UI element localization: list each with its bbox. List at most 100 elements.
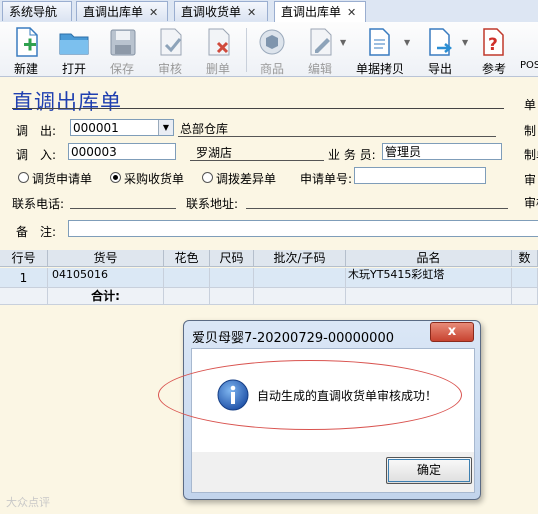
remark-input[interactable] xyxy=(68,220,538,237)
out-warehouse-name: 总部仓库 xyxy=(180,122,229,136)
address-field[interactable] xyxy=(246,208,508,209)
tab-receipt[interactable]: 直调收货单 ✕ xyxy=(174,1,268,21)
chevron-down-icon[interactable]: ▼ xyxy=(404,38,410,47)
col-header[interactable]: 数 xyxy=(512,250,538,267)
col-header[interactable]: 批次/子码 xyxy=(254,250,346,267)
address-label: 联系地址: xyxy=(186,197,239,211)
table-cell-batch[interactable] xyxy=(254,268,346,288)
summary-cell xyxy=(254,288,346,305)
phone-label: 联系电话: xyxy=(12,197,65,211)
delete-doc-icon xyxy=(208,28,230,56)
audit-button[interactable]: 审核 xyxy=(148,24,192,76)
title-underline xyxy=(12,108,504,109)
summary-cell xyxy=(210,288,254,305)
ok-button[interactable]: 确定 xyxy=(386,457,472,484)
new-button[interactable]: 新建 xyxy=(4,24,48,76)
table-cell-sku[interactable]: 04105016 xyxy=(48,268,164,288)
phone-field[interactable] xyxy=(70,208,176,209)
in-name-underline xyxy=(190,160,324,161)
right-label: 单 xyxy=(524,98,537,112)
summary-cell xyxy=(164,288,210,305)
close-icon[interactable]: ✕ xyxy=(347,6,356,19)
new-doc-icon xyxy=(16,27,38,57)
chevron-down-icon[interactable]: ▼ xyxy=(462,38,468,47)
col-header[interactable]: 花色 xyxy=(164,250,210,267)
table-cell-size[interactable] xyxy=(210,268,254,288)
edit-pencil-icon xyxy=(310,28,332,56)
summary-cell xyxy=(0,288,48,305)
col-header[interactable]: 尺码 xyxy=(210,250,254,267)
page-title: 直调出库单 xyxy=(12,90,122,114)
pos-label: POS xyxy=(520,60,538,71)
save-icon xyxy=(110,29,136,56)
highlight-ellipse xyxy=(158,360,462,430)
export-button[interactable]: 导出 xyxy=(418,24,462,76)
radio-diff[interactable] xyxy=(202,172,213,183)
right-label: 审 xyxy=(524,173,537,187)
tab-outbound-1[interactable]: 直调出库单 ✕ xyxy=(76,1,168,21)
product-button[interactable]: 商品 xyxy=(250,24,294,76)
close-icon[interactable]: ✕ xyxy=(149,6,158,19)
table-cell-line[interactable]: 1 xyxy=(0,268,48,288)
folder-icon xyxy=(59,33,89,55)
radio-apply-label: 调货申请单 xyxy=(32,172,93,186)
dialog-title: 爱贝母婴7-20200729-00000000 xyxy=(192,331,394,346)
col-header[interactable]: 品名 xyxy=(346,250,512,267)
close-button[interactable]: x xyxy=(430,322,474,342)
remark-label: 备 注: xyxy=(16,225,57,239)
radio-apply[interactable] xyxy=(18,172,29,183)
col-header[interactable]: 行号 xyxy=(0,250,48,267)
table-cell-color[interactable] xyxy=(164,268,210,288)
apply-no-input[interactable] xyxy=(354,167,486,184)
export-icon xyxy=(429,28,453,56)
tab-label: 系统导航 xyxy=(9,5,58,19)
tab-label: 直调出库单 xyxy=(281,5,342,19)
table-cell-qty[interactable] xyxy=(512,268,538,288)
staff-input[interactable]: 管理员 xyxy=(382,143,502,160)
svg-text:?: ? xyxy=(488,35,498,55)
close-icon: x xyxy=(447,324,457,339)
open-button[interactable]: 打开 xyxy=(52,24,96,76)
radio-diff-label: 调拨差异单 xyxy=(216,172,277,186)
table-cell-name[interactable]: 木玩YT5415彩虹塔 xyxy=(346,268,512,288)
tab-label: 直调收货单 xyxy=(181,5,242,19)
help-question-icon: ? xyxy=(483,28,504,56)
copy-button[interactable]: 单据拷贝 xyxy=(356,24,404,76)
chevron-down-icon[interactable]: ▼ xyxy=(340,38,346,47)
out-warehouse-label: 调 出: xyxy=(16,124,57,138)
help-label: 参考 xyxy=(481,62,506,76)
save-button[interactable]: 保存 xyxy=(100,24,144,76)
out-name-underline xyxy=(178,136,496,137)
chevron-down-icon[interactable]: ▼ xyxy=(158,120,173,135)
watermark: 大众点评 xyxy=(6,496,50,509)
col-header[interactable]: 货号 xyxy=(48,250,164,267)
radio-purchase[interactable] xyxy=(110,172,121,183)
right-label: 审核 xyxy=(524,196,538,210)
export-label: 导出 xyxy=(427,62,452,76)
apply-no-label: 申请单号: xyxy=(300,172,353,186)
summary-label: 合计: xyxy=(48,288,164,305)
toolbar: 新建 打开 保存 审核 删单 商品 编辑 ▼ 单据拷贝 ▼ 导出 ▼ ? 参考 … xyxy=(0,22,538,77)
staff-label: 业 务 员: xyxy=(328,148,376,162)
tab-bar: 系统导航 直调出库单 ✕ 直调收货单 ✕ 直调出库单 ✕ xyxy=(0,0,538,23)
in-store-name: 罗湖店 xyxy=(196,146,233,160)
in-store-label: 调 入: xyxy=(16,148,57,162)
tab-outbound-active[interactable]: 直调出库单 ✕ xyxy=(274,1,366,23)
out-warehouse-select[interactable]: 000001 ▼ xyxy=(70,119,174,136)
copy-doc-icon xyxy=(369,28,390,56)
summary-cell xyxy=(512,288,538,305)
pos-button[interactable]: POS xyxy=(520,24,538,74)
delete-button[interactable]: 删单 xyxy=(196,24,240,76)
dialog-footer: 确定 xyxy=(191,452,475,493)
right-label: 制 xyxy=(524,124,537,138)
close-icon[interactable]: ✕ xyxy=(247,6,256,19)
tab-system-nav[interactable]: 系统导航 xyxy=(2,1,72,21)
audit-check-icon xyxy=(160,28,182,56)
copy-label: 单据拷贝 xyxy=(355,62,404,76)
edit-label: 编辑 xyxy=(307,62,332,76)
in-store-input[interactable]: 000003 xyxy=(68,143,176,160)
edit-button[interactable]: 编辑 xyxy=(298,24,342,76)
product-box-icon xyxy=(259,29,285,55)
help-button[interactable]: ? 参考 xyxy=(472,24,516,76)
out-warehouse-code: 000001 xyxy=(73,121,119,135)
